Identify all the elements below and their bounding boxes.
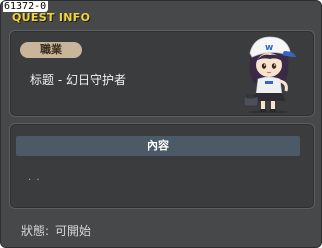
content-body: . . <box>28 172 41 183</box>
job-badge: 職業 <box>20 42 82 58</box>
status-label: 狀態: <box>21 224 50 238</box>
quest-title: 标题 - 幻日守护者 <box>30 73 126 87</box>
status-value: 可開始 <box>55 224 92 238</box>
quest-info-window: 61372-0 QUEST INFO 職業 标题 - 幻日守护者 w 內容 . … <box>0 0 322 248</box>
npc-portrait-icon: w <box>243 36 296 113</box>
svg-text:w: w <box>265 43 273 53</box>
content-header: 內容 <box>16 136 300 156</box>
window-title: QUEST INFO <box>12 11 91 24</box>
quest-status: 狀態: 可開始 <box>21 222 97 239</box>
quest-content-panel: 內容 . . <box>9 123 315 209</box>
quest-summary-panel: 職業 标题 - 幻日守护者 w <box>9 30 315 117</box>
